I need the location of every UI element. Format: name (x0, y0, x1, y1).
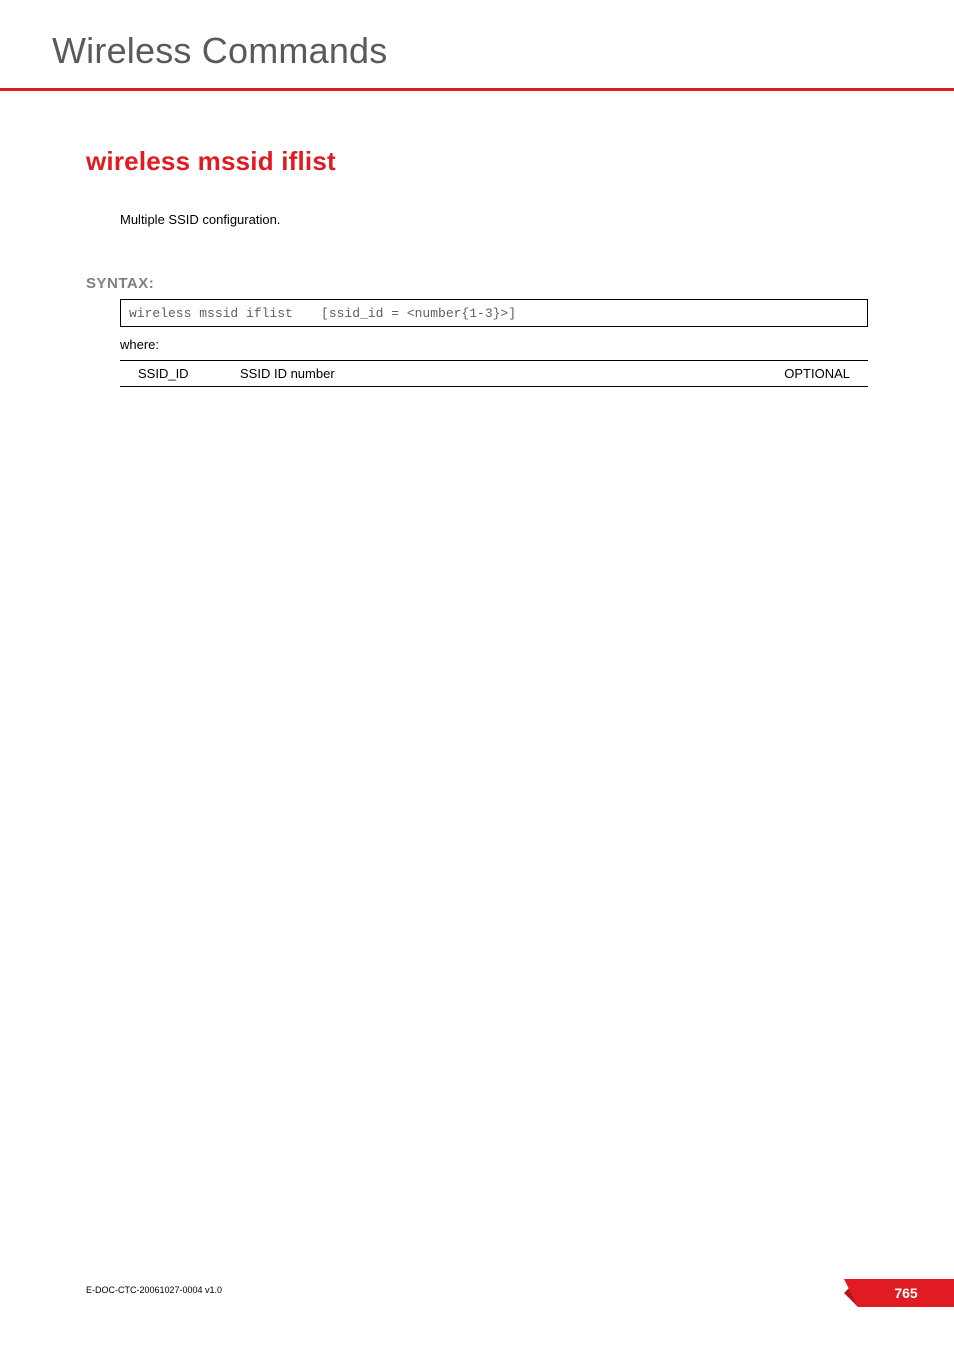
syntax-heading: SYNTAX: (86, 275, 154, 292)
header-divider (0, 88, 954, 91)
table-rule-bottom (120, 386, 868, 387)
param-required: OPTIONAL (758, 366, 868, 381)
syntax-box: wireless mssid iflist [ssid_id = <number… (120, 299, 868, 327)
param-table: SSID_ID SSID ID number OPTIONAL (120, 360, 868, 387)
section-title: Wireless Commands (52, 30, 387, 72)
where-label: where: (120, 337, 159, 352)
syntax-argument: [ssid_id = <number{1-3}>] (321, 306, 516, 321)
command-title: wireless mssid iflist (86, 146, 336, 177)
footer-doc-ref: E-DOC-CTC-20061027-0004 v1.0 (86, 1285, 222, 1295)
page-number-badge: 765 (858, 1279, 954, 1307)
page-number: 765 (894, 1285, 917, 1301)
table-row: SSID_ID SSID ID number OPTIONAL (120, 361, 868, 386)
param-desc: SSID ID number (240, 366, 758, 381)
syntax-command: wireless mssid iflist (129, 306, 321, 321)
badge-bevel (844, 1279, 858, 1307)
param-name: SSID_ID (120, 366, 240, 381)
command-description: Multiple SSID configuration. (120, 212, 280, 227)
